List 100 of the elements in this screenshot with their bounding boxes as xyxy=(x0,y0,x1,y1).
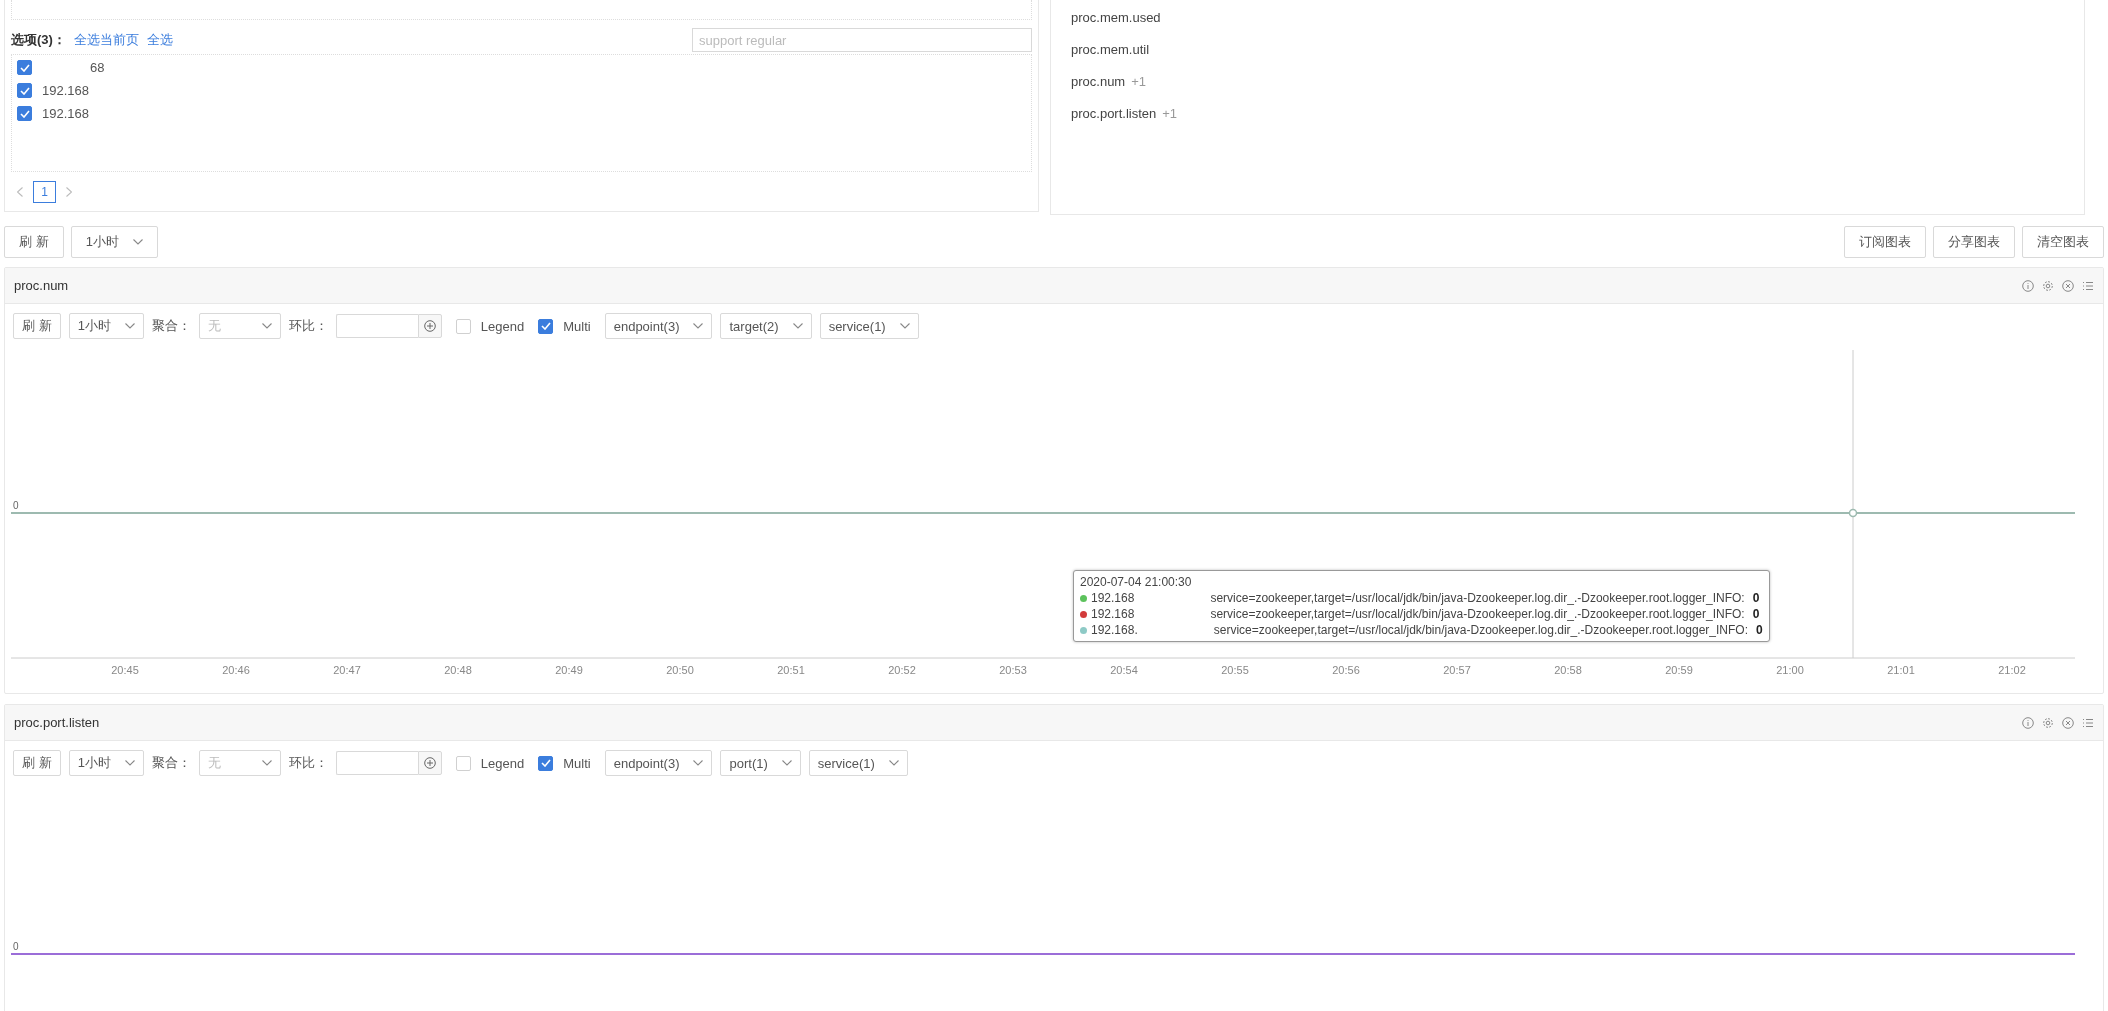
axis-tick-label: 20:54 xyxy=(1110,664,1138,676)
axis-tick-label: 21:01 xyxy=(1887,664,1915,676)
axis-tick-label: 20:45 xyxy=(111,664,139,676)
aggregate-label: 聚合： xyxy=(151,317,191,335)
aggregate-label: 聚合： xyxy=(151,754,191,772)
time-range-dropdown[interactable]: 1小时 xyxy=(70,225,158,258)
chart-action-button[interactable]: 清空图表 xyxy=(2022,225,2104,258)
filter-dropdown[interactable]: service(1) xyxy=(808,750,908,776)
compare-input[interactable] xyxy=(335,751,418,775)
hover-point xyxy=(1848,508,1858,518)
axis-tick-label: 20:48 xyxy=(444,664,472,676)
filter-dropdown[interactable]: port(1) xyxy=(720,750,801,776)
axis-tick-label: 21:02 xyxy=(1998,664,2026,676)
axis-tick-label: 20:46 xyxy=(222,664,250,676)
axis-tick-label: 20:51 xyxy=(777,664,805,676)
tooltip-endpoint: 192.168 xyxy=(1091,591,1135,605)
check-icon xyxy=(19,86,30,95)
tooltip-series: service=zookeeper,target=/usr/local/jdk/bin/java-Dzookeeper.log.dir_.-Dzookeeper.root.logger_INFO: xyxy=(1210,607,1745,621)
chevron-down-icon xyxy=(124,323,135,329)
chevron-down-icon xyxy=(888,760,899,766)
chevron-down-icon xyxy=(781,760,792,766)
chevron-down-icon xyxy=(899,323,910,329)
option-label: 192.168 xyxy=(42,106,89,121)
time-range-dropdown[interactable]: 1小时 xyxy=(68,313,144,339)
menu-icon xyxy=(2082,716,2094,729)
filter-dropdown[interactable]: endpoint(3) xyxy=(604,750,713,776)
chevron-right-icon xyxy=(66,187,72,197)
info-icon xyxy=(2022,716,2034,729)
info-icon xyxy=(2022,279,2034,292)
axis-tick-label: 20:50 xyxy=(666,664,694,676)
checkbox[interactable] xyxy=(538,755,554,771)
axis-tick-label: 20:56 xyxy=(1332,664,1360,676)
settings-icon xyxy=(2042,279,2054,292)
refresh-button[interactable]: 刷 新 xyxy=(4,225,64,258)
tooltip-endpoint: 192.168 xyxy=(1091,607,1135,621)
check-icon xyxy=(540,759,551,767)
refresh-button[interactable]: 刷 新 xyxy=(13,750,61,776)
menu-icon xyxy=(2082,279,2094,292)
compare-input[interactable] xyxy=(335,314,418,338)
checkbox-label: Multi xyxy=(563,318,591,334)
metric-name[interactable]: proc.port.listen xyxy=(1071,106,1157,121)
chart-title: proc.num xyxy=(14,278,69,293)
filter-dropdown[interactable]: target(2) xyxy=(720,313,812,339)
tooltip-series: service=zookeeper,target=/usr/local/jdk/bin/java-Dzookeeper.log.dir_.-Dzookeeper.root.logger_INFO: xyxy=(1213,623,1748,637)
chevron-down-icon xyxy=(693,323,704,329)
chart-action-button[interactable]: 订阅图表 xyxy=(1844,225,1926,258)
chevron-down-icon xyxy=(261,760,272,766)
chart-title: proc.port.listen xyxy=(14,715,100,730)
select-link[interactable]: 全选 xyxy=(146,31,173,49)
plus-circle-icon xyxy=(423,757,436,769)
chevron-left-icon xyxy=(17,187,23,197)
axis-tick-label: 20:57 xyxy=(1443,664,1471,676)
chevron-down-icon xyxy=(693,760,704,766)
axis-tick-label: 20:52 xyxy=(888,664,916,676)
tooltip-value: 0 xyxy=(1756,623,1763,637)
metric-count: +1 xyxy=(1162,106,1178,121)
tooltip-time: 2020-07-04 21:00:30 xyxy=(1080,575,1193,589)
chevron-down-icon xyxy=(132,238,143,245)
check-icon xyxy=(19,63,30,72)
select-link[interactable]: 全选当前页 xyxy=(73,31,139,49)
tooltip-value: 0 xyxy=(1752,591,1760,605)
close-icon xyxy=(2062,716,2074,729)
chart-action-button[interactable]: 分享图表 xyxy=(1933,225,2015,258)
search-field[interactable]: support regular xyxy=(692,28,1032,52)
settings-icon xyxy=(2042,716,2054,729)
checkbox[interactable] xyxy=(17,60,32,75)
metric-name[interactable]: proc.mem.used xyxy=(1071,10,1161,25)
option-label: 68 xyxy=(89,60,105,75)
axis-tick-label: 20:47 xyxy=(333,664,361,676)
metric-count: +1 xyxy=(1131,74,1147,89)
option-label: 192.168 xyxy=(42,83,89,98)
add-button[interactable] xyxy=(417,751,442,775)
checkbox[interactable] xyxy=(538,318,554,334)
tooltip-value: 0 xyxy=(1752,607,1760,621)
axis-tick-label: 20:55 xyxy=(1221,664,1249,676)
checkbox[interactable] xyxy=(17,106,32,121)
filter-dropdown[interactable]: service(1) xyxy=(819,313,919,339)
axis-tick-label: 20:58 xyxy=(1554,664,1582,676)
checkbox-label: Multi xyxy=(563,755,591,771)
add-button[interactable] xyxy=(417,314,442,338)
axis-tick-label: 20:59 xyxy=(1665,664,1693,676)
checkbox-label: Legend xyxy=(480,755,525,771)
tooltip-endpoint: 192.168. xyxy=(1091,623,1138,637)
metric-name[interactable]: proc.num xyxy=(1071,74,1126,89)
checkbox-label: Legend xyxy=(480,318,525,334)
axis-tick-label: 20:53 xyxy=(999,664,1027,676)
metric-name[interactable]: proc.mem.util xyxy=(1071,42,1150,57)
page-button[interactable]: 1 xyxy=(33,181,56,203)
close-icon xyxy=(2062,279,2074,292)
time-range-dropdown[interactable]: 1小时 xyxy=(68,750,144,776)
chevron-down-icon xyxy=(261,323,272,329)
filter-dropdown[interactable]: endpoint(3) xyxy=(604,313,713,339)
axis-tick-label: 0 xyxy=(13,500,19,511)
chevron-down-icon xyxy=(124,760,135,766)
chevron-down-icon xyxy=(792,323,803,329)
axis-tick-label: 0 xyxy=(13,941,19,952)
plus-circle-icon xyxy=(423,320,436,332)
checkbox[interactable] xyxy=(17,83,32,98)
refresh-button[interactable]: 刷 新 xyxy=(13,313,61,339)
tooltip-series: service=zookeeper,target=/usr/local/jdk/bin/java-Dzookeeper.log.dir_.-Dzookeeper.root.logger_INFO: xyxy=(1210,591,1745,605)
